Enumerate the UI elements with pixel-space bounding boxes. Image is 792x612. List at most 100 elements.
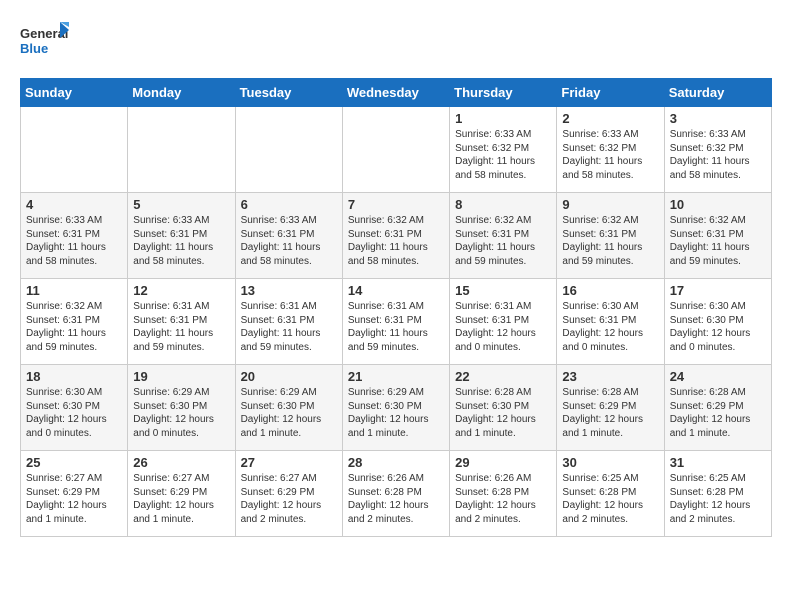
calendar-week-row: 1 Sunrise: 6:33 AM Sunset: 6:32 PM Daylig…: [21, 107, 772, 193]
calendar-week-row: 4Sunrise: 6:33 AM Sunset: 6:31 PM Daylig…: [21, 193, 772, 279]
day-number: 11: [26, 283, 122, 298]
cell-info: Sunrise: 6:33 AM Sunset: 6:32 PM Dayligh…: [562, 128, 658, 182]
weekday-header-tuesday: Tuesday: [235, 79, 342, 107]
day-number: 27: [241, 455, 337, 470]
calendar-cell: 21 Sunrise: 6:29 AM Sunset: 6:30 PM Dayli…: [342, 365, 449, 451]
day-number: 16: [562, 283, 658, 298]
day-number: 15: [455, 283, 551, 298]
day-number: 29: [455, 455, 551, 470]
weekday-header-wednesday: Wednesday: [342, 79, 449, 107]
calendar-cell: 11 Sunrise: 6:32 AM Sunset: 6:31 PM Dayli…: [21, 279, 128, 365]
weekday-header-sunday: Sunday: [21, 79, 128, 107]
calendar-week-row: 11 Sunrise: 6:32 AM Sunset: 6:31 PM Dayli…: [21, 279, 772, 365]
calendar-cell: 25Sunrise: 6:27 AM Sunset: 6:29 PM Dayli…: [21, 451, 128, 537]
calendar-cell: [235, 107, 342, 193]
cell-info: Sunrise: 6:33 AM Sunset: 6:31 PM Dayligh…: [26, 214, 122, 268]
day-number: 21: [348, 369, 444, 384]
calendar-cell: 29 Sunrise: 6:26 AM Sunset: 6:28 PM Dayli…: [450, 451, 557, 537]
calendar-cell: 31 Sunrise: 6:25 AM Sunset: 6:28 PM Dayli…: [664, 451, 771, 537]
weekday-header-saturday: Saturday: [664, 79, 771, 107]
cell-info: Sunrise: 6:32 AM Sunset: 6:31 PM Dayligh…: [562, 214, 658, 268]
logo: General Blue: [20, 20, 70, 62]
day-number: 5: [133, 197, 229, 212]
calendar-cell: 18Sunrise: 6:30 AM Sunset: 6:30 PM Dayli…: [21, 365, 128, 451]
cell-info: Sunrise: 6:31 AM Sunset: 6:31 PM Dayligh…: [241, 300, 337, 354]
day-number: 10: [670, 197, 766, 212]
weekday-header-monday: Monday: [128, 79, 235, 107]
calendar-cell: [128, 107, 235, 193]
calendar-cell: 30Sunrise: 6:25 AM Sunset: 6:28 PM Dayli…: [557, 451, 664, 537]
day-number: 6: [241, 197, 337, 212]
cell-info: Sunrise: 6:29 AM Sunset: 6:30 PM Dayligh…: [133, 386, 229, 440]
day-number: 7: [348, 197, 444, 212]
cell-info: Sunrise: 6:29 AM Sunset: 6:30 PM Dayligh…: [348, 386, 444, 440]
cell-info: Sunrise: 6:26 AM Sunset: 6:28 PM Dayligh…: [455, 472, 551, 526]
calendar-cell: 1 Sunrise: 6:33 AM Sunset: 6:32 PM Daylig…: [450, 107, 557, 193]
cell-info: Sunrise: 6:27 AM Sunset: 6:29 PM Dayligh…: [133, 472, 229, 526]
weekday-header-friday: Friday: [557, 79, 664, 107]
cell-info: Sunrise: 6:33 AM Sunset: 6:32 PM Dayligh…: [670, 128, 766, 182]
day-number: 18: [26, 369, 122, 384]
cell-info: Sunrise: 6:32 AM Sunset: 6:31 PM Dayligh…: [670, 214, 766, 268]
cell-info: Sunrise: 6:32 AM Sunset: 6:31 PM Dayligh…: [26, 300, 122, 354]
calendar-cell: 7 Sunrise: 6:32 AM Sunset: 6:31 PM Daylig…: [342, 193, 449, 279]
day-number: 28: [348, 455, 444, 470]
cell-info: Sunrise: 6:33 AM Sunset: 6:32 PM Dayligh…: [455, 128, 551, 182]
calendar-week-row: 18Sunrise: 6:30 AM Sunset: 6:30 PM Dayli…: [21, 365, 772, 451]
calendar-cell: 27 Sunrise: 6:27 AM Sunset: 6:29 PM Dayli…: [235, 451, 342, 537]
cell-info: Sunrise: 6:31 AM Sunset: 6:31 PM Dayligh…: [455, 300, 551, 354]
day-number: 3: [670, 111, 766, 126]
cell-info: Sunrise: 6:30 AM Sunset: 6:30 PM Dayligh…: [670, 300, 766, 354]
calendar-cell: 12 Sunrise: 6:31 AM Sunset: 6:31 PM Dayli…: [128, 279, 235, 365]
page-header: General Blue: [20, 20, 772, 62]
cell-info: Sunrise: 6:30 AM Sunset: 6:31 PM Dayligh…: [562, 300, 658, 354]
calendar-cell: 4Sunrise: 6:33 AM Sunset: 6:31 PM Daylig…: [21, 193, 128, 279]
cell-info: Sunrise: 6:29 AM Sunset: 6:30 PM Dayligh…: [241, 386, 337, 440]
cell-info: Sunrise: 6:33 AM Sunset: 6:31 PM Dayligh…: [241, 214, 337, 268]
calendar-cell: 17Sunrise: 6:30 AM Sunset: 6:30 PM Dayli…: [664, 279, 771, 365]
cell-info: Sunrise: 6:28 AM Sunset: 6:30 PM Dayligh…: [455, 386, 551, 440]
calendar-cell: 6 Sunrise: 6:33 AM Sunset: 6:31 PM Daylig…: [235, 193, 342, 279]
weekday-header-thursday: Thursday: [450, 79, 557, 107]
calendar-cell: 26 Sunrise: 6:27 AM Sunset: 6:29 PM Dayli…: [128, 451, 235, 537]
day-number: 22: [455, 369, 551, 384]
calendar-table: SundayMondayTuesdayWednesdayThursdayFrid…: [20, 78, 772, 537]
day-number: 25: [26, 455, 122, 470]
day-number: 13: [241, 283, 337, 298]
calendar-cell: 19Sunrise: 6:29 AM Sunset: 6:30 PM Dayli…: [128, 365, 235, 451]
calendar-cell: 8Sunrise: 6:32 AM Sunset: 6:31 PM Daylig…: [450, 193, 557, 279]
day-number: 31: [670, 455, 766, 470]
day-number: 2: [562, 111, 658, 126]
calendar-cell: 2 Sunrise: 6:33 AM Sunset: 6:32 PM Daylig…: [557, 107, 664, 193]
calendar-cell: 20Sunrise: 6:29 AM Sunset: 6:30 PM Dayli…: [235, 365, 342, 451]
calendar-cell: 14Sunrise: 6:31 AM Sunset: 6:31 PM Dayli…: [342, 279, 449, 365]
day-number: 12: [133, 283, 229, 298]
cell-info: Sunrise: 6:28 AM Sunset: 6:29 PM Dayligh…: [670, 386, 766, 440]
day-number: 23: [562, 369, 658, 384]
calendar-week-row: 25 Sunrise: 6:27 AM Sunset: 6:29 PM Dayli…: [21, 451, 772, 537]
logo-svg: General Blue: [20, 20, 70, 62]
svg-text:Blue: Blue: [20, 41, 48, 56]
calendar-cell: 22 Sunrise: 6:28 AM Sunset: 6:30 PM Dayli…: [450, 365, 557, 451]
day-number: 26: [133, 455, 229, 470]
calendar-cell: 28 Sunrise: 6:26 AM Sunset: 6:28 PM Dayli…: [342, 451, 449, 537]
cell-info: Sunrise: 6:31 AM Sunset: 6:31 PM Dayligh…: [133, 300, 229, 354]
calendar-cell: [342, 107, 449, 193]
cell-info: Sunrise: 6:26 AM Sunset: 6:28 PM Dayligh…: [348, 472, 444, 526]
cell-info: Sunrise: 6:28 AM Sunset: 6:29 PM Dayligh…: [562, 386, 658, 440]
day-number: 9: [562, 197, 658, 212]
calendar-cell: 5 Sunrise: 6:33 AM Sunset: 6:31 PM Daylig…: [128, 193, 235, 279]
day-number: 1: [455, 111, 551, 126]
cell-info: Sunrise: 6:33 AM Sunset: 6:31 PM Dayligh…: [133, 214, 229, 268]
weekday-header-row: SundayMondayTuesdayWednesdayThursdayFrid…: [21, 79, 772, 107]
cell-info: Sunrise: 6:25 AM Sunset: 6:28 PM Dayligh…: [670, 472, 766, 526]
cell-info: Sunrise: 6:32 AM Sunset: 6:31 PM Dayligh…: [348, 214, 444, 268]
calendar-cell: 13 Sunrise: 6:31 AM Sunset: 6:31 PM Dayli…: [235, 279, 342, 365]
cell-info: Sunrise: 6:27 AM Sunset: 6:29 PM Dayligh…: [241, 472, 337, 526]
calendar-cell: 9 Sunrise: 6:32 AM Sunset: 6:31 PM Daylig…: [557, 193, 664, 279]
calendar-cell: 3 Sunrise: 6:33 AM Sunset: 6:32 PM Daylig…: [664, 107, 771, 193]
day-number: 24: [670, 369, 766, 384]
calendar-cell: 24 Sunrise: 6:28 AM Sunset: 6:29 PM Dayli…: [664, 365, 771, 451]
day-number: 14: [348, 283, 444, 298]
cell-info: Sunrise: 6:25 AM Sunset: 6:28 PM Dayligh…: [562, 472, 658, 526]
